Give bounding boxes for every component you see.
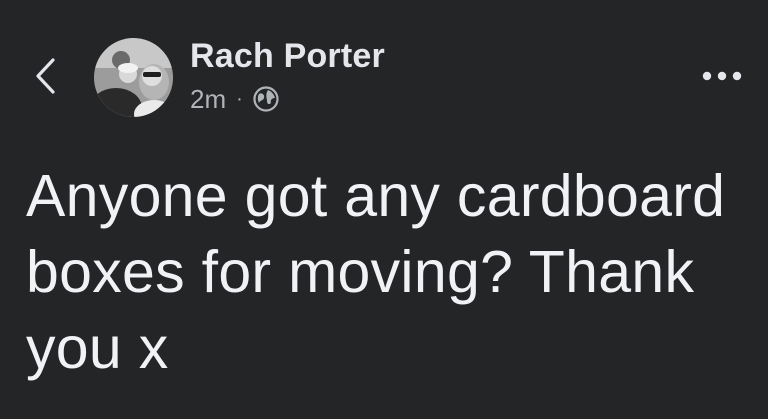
chevron-left-icon <box>36 58 55 94</box>
author-name[interactable]: Rach Porter <box>190 37 385 76</box>
meta-separator: · <box>236 87 243 110</box>
profile-photo <box>94 38 173 117</box>
post-timestamp[interactable]: 2m <box>190 84 226 115</box>
more-options-button[interactable] <box>692 58 752 94</box>
post-text: Anyone got any cardboard boxes for movin… <box>26 163 726 381</box>
more-horizontal-icon <box>702 71 742 81</box>
post-header: Rach Porter 2m · <box>0 0 768 140</box>
globe-icon[interactable] <box>253 86 279 112</box>
post-meta: 2m · <box>190 84 279 114</box>
avatar[interactable] <box>94 38 173 117</box>
back-button[interactable] <box>22 50 70 102</box>
